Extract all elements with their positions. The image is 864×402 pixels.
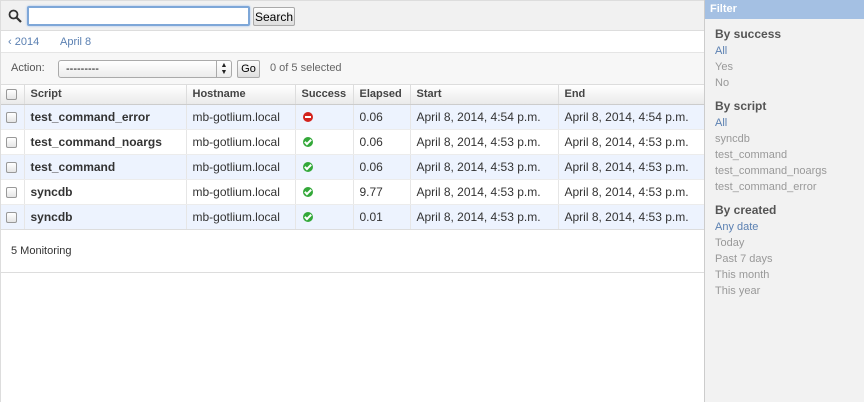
filter-option[interactable]: All (715, 43, 864, 59)
filter-heading: By success (715, 27, 782, 41)
success-check-icon (302, 137, 313, 148)
row-checkbox[interactable] (6, 111, 17, 123)
column-header-start[interactable]: Start (410, 85, 559, 105)
end-cell: April 8, 2014, 4:53 p.m. (558, 154, 705, 180)
filter-option[interactable]: Today (715, 235, 864, 251)
filter-option[interactable]: This month (715, 267, 864, 283)
success-cell (295, 179, 354, 205)
script-link[interactable]: test_command_error (24, 104, 187, 130)
action-select[interactable]: --------- ▲ ▼ (58, 60, 232, 78)
filter-group: By created Any date Today Past 7 days This m… (705, 203, 864, 299)
date-hierarchy: ‹ 2014 April 8 (1, 31, 704, 53)
action-label: Action: (11, 62, 45, 74)
filter-option[interactable]: test_command (715, 147, 864, 163)
search-icon (8, 9, 22, 23)
row-checkbox-cell (1, 204, 25, 230)
filter-option[interactable]: test_command_error (715, 179, 864, 195)
filter-title: Filter (705, 0, 864, 19)
hostname-cell: mb-gotlium.local (186, 179, 296, 205)
elapsed-cell: 9.77 (353, 179, 411, 205)
success-check-icon (302, 162, 313, 173)
filter-option[interactable]: syncdb (715, 131, 864, 147)
table-row: syncdb mb-gotlium.local 0.01 April 8, 2014,… (1, 204, 705, 230)
script-link[interactable]: syncdb (24, 179, 187, 205)
filter-heading: By created (715, 203, 777, 217)
changelist-main: Search ‹ 2014 April 8 Action: --------- … (0, 0, 705, 402)
row-checkbox[interactable] (6, 186, 17, 198)
go-button[interactable]: Go (237, 60, 260, 78)
success-check-icon (302, 187, 313, 198)
table-row: syncdb mb-gotlium.local 9.77 April 8, 2014,… (1, 179, 705, 205)
start-cell: April 8, 2014, 4:53 p.m. (410, 129, 559, 155)
hostname-cell: mb-gotlium.local (186, 154, 296, 180)
row-checkbox[interactable] (6, 161, 17, 173)
column-header-hostname[interactable]: Hostname (186, 85, 296, 105)
elapsed-cell: 0.01 (353, 204, 411, 230)
elapsed-cell: 0.06 (353, 129, 411, 155)
select-all-checkbox-cell (1, 85, 25, 105)
end-cell: April 8, 2014, 4:53 p.m. (558, 204, 705, 230)
script-link[interactable]: syncdb (24, 204, 187, 230)
row-checkbox-cell (1, 154, 25, 180)
start-cell: April 8, 2014, 4:54 p.m. (410, 104, 559, 130)
start-cell: April 8, 2014, 4:53 p.m. (410, 179, 559, 205)
select-all-checkbox[interactable] (6, 88, 17, 100)
script-link[interactable]: test_command_noargs (24, 129, 187, 155)
elapsed-cell: 0.06 (353, 104, 411, 130)
date-current-link[interactable]: April 8 (60, 36, 91, 48)
column-header-end[interactable]: End (558, 85, 705, 105)
filter-option[interactable]: Yes (715, 59, 864, 75)
row-checkbox[interactable] (6, 211, 17, 223)
filter-heading: By script (715, 99, 767, 113)
table-row: test_command mb-gotlium.local 0.06 April 8,… (1, 154, 705, 180)
filter-option[interactable]: All (715, 115, 864, 131)
filter-option[interactable]: test_command_noargs (715, 163, 864, 179)
table-row: test_command_error mb-gotlium.local 0.06 Ap… (1, 104, 705, 130)
filter-option[interactable]: Any date (715, 219, 864, 235)
hostname-cell: mb-gotlium.local (186, 129, 296, 155)
paginator: 5 Monitoring (1, 229, 704, 273)
action-select-value: --------- (66, 63, 99, 75)
start-cell: April 8, 2014, 4:53 p.m. (410, 204, 559, 230)
success-cell (295, 104, 354, 130)
elapsed-cell: 0.06 (353, 154, 411, 180)
actions-bar: Action: --------- ▲ ▼ Go 0 of 5 selected (1, 53, 704, 85)
search-bar: Search (1, 1, 704, 31)
filter-sidebar: Filter By success All Yes No By script All syn… (704, 0, 864, 402)
column-header-success[interactable]: Success (295, 85, 354, 105)
results-table: Script Hostname Success Elapsed Start En… (1, 85, 705, 230)
table-row: test_command_noargs mb-gotlium.local 0.06 A… (1, 129, 705, 155)
end-cell: April 8, 2014, 4:54 p.m. (558, 104, 705, 130)
column-header-script[interactable]: Script (24, 85, 187, 105)
success-cell (295, 154, 354, 180)
column-header-elapsed[interactable]: Elapsed (353, 85, 411, 105)
hostname-cell: mb-gotlium.local (186, 204, 296, 230)
start-cell: April 8, 2014, 4:53 p.m. (410, 154, 559, 180)
script-link[interactable]: test_command (24, 154, 187, 180)
end-cell: April 8, 2014, 4:53 p.m. (558, 129, 705, 155)
filter-option[interactable]: No (715, 75, 864, 91)
search-input[interactable] (27, 6, 250, 26)
filter-option[interactable]: Past 7 days (715, 251, 864, 267)
table-header-row: Script Hostname Success Elapsed Start En… (1, 85, 705, 105)
error-no-entry-icon (302, 112, 313, 123)
success-cell (295, 129, 354, 155)
filter-group: By script All syncdb test_command test_comma… (705, 99, 864, 195)
end-cell: April 8, 2014, 4:53 p.m. (558, 179, 705, 205)
row-checkbox[interactable] (6, 136, 17, 148)
result-count: 5 Monitoring (11, 245, 72, 257)
select-arrows-icon: ▲ ▼ (216, 61, 231, 77)
selected-count: 0 of 5 selected (270, 62, 342, 74)
success-check-icon (302, 212, 313, 223)
filter-group: By success All Yes No (705, 27, 864, 91)
row-checkbox-cell (1, 104, 25, 130)
row-checkbox-cell (1, 129, 25, 155)
search-button[interactable]: Search (253, 7, 295, 26)
success-cell (295, 204, 354, 230)
row-checkbox-cell (1, 179, 25, 205)
filter-option[interactable]: This year (715, 283, 864, 299)
date-back-link[interactable]: ‹ 2014 (8, 36, 39, 48)
hostname-cell: mb-gotlium.local (186, 104, 296, 130)
